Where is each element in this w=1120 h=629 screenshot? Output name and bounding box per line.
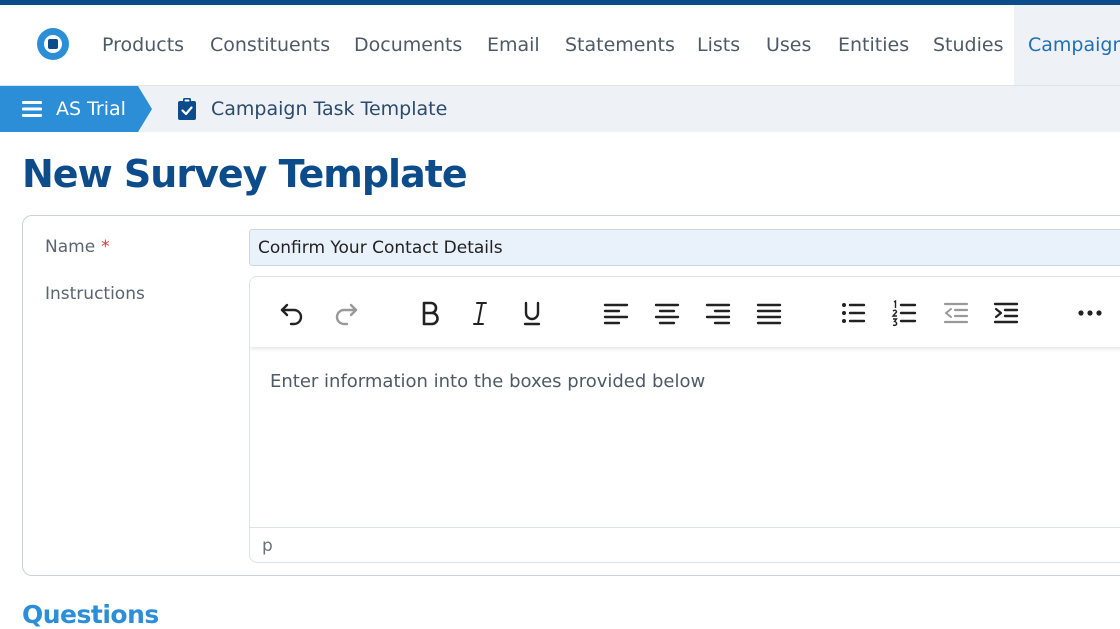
- breadcrumb: AS Trial Campaign Task Template: [0, 86, 1120, 132]
- element-path[interactable]: p: [262, 536, 273, 556]
- outdent-icon[interactable]: [942, 299, 970, 327]
- nav-item-uses[interactable]: Uses: [766, 5, 811, 85]
- name-label: Name *: [45, 237, 110, 257]
- survey-form-card: Name* Instructions: [22, 215, 1120, 576]
- align-justify-icon[interactable]: [755, 299, 783, 327]
- name-label-text: Name: [45, 237, 96, 257]
- redo-icon[interactable]: [332, 299, 360, 327]
- editor-content[interactable]: Enter information into the boxes provide…: [270, 371, 705, 392]
- nav-item-statements[interactable]: Statements: [565, 5, 675, 85]
- nav-item-email[interactable]: Email: [487, 5, 540, 85]
- indent-icon[interactable]: [992, 299, 1020, 327]
- undo-icon[interactable]: [278, 299, 306, 327]
- page-title: New Survey Template: [22, 152, 468, 196]
- underline-icon[interactable]: [518, 299, 546, 327]
- nav-item-documents[interactable]: Documents: [354, 5, 462, 85]
- bold-icon[interactable]: [416, 299, 444, 327]
- bullet-list-icon[interactable]: [839, 299, 867, 327]
- nav-item-lists[interactable]: Lists: [697, 5, 740, 85]
- app-logo-icon[interactable]: [36, 27, 70, 61]
- instructions-label: Instructions: [45, 284, 145, 304]
- name-input[interactable]: [249, 229, 1120, 266]
- breadcrumb-current[interactable]: Campaign Task Template: [211, 86, 447, 132]
- nav-item-products[interactable]: Products: [102, 5, 184, 85]
- nav-item-studies[interactable]: Studies: [933, 5, 1003, 85]
- breadcrumb-home-label: AS Trial: [56, 98, 126, 120]
- align-right-icon[interactable]: [704, 299, 732, 327]
- menu-icon[interactable]: [22, 100, 44, 118]
- more-icon[interactable]: [1076, 299, 1104, 327]
- numbered-list-icon[interactable]: [890, 299, 918, 327]
- top-navigation: Products Constituents Documents Email St…: [0, 5, 1120, 86]
- instructions-editor[interactable]: Enter information into the boxes provide…: [249, 276, 1120, 563]
- align-center-icon[interactable]: [653, 299, 681, 327]
- required-marker: *: [101, 237, 110, 257]
- nav-item-constituents[interactable]: Constituents: [210, 5, 330, 85]
- nav-item-entities[interactable]: Entities: [838, 5, 909, 85]
- clipboard-check-icon: [178, 98, 196, 120]
- editor-toolbar: [250, 277, 1120, 347]
- nav-item-campaign[interactable]: Campaign: [1014, 5, 1120, 85]
- align-left-icon[interactable]: [602, 299, 630, 327]
- questions-heading: Questions: [22, 600, 159, 629]
- italic-icon[interactable]: [466, 299, 494, 327]
- editor-statusbar: p: [250, 527, 1120, 562]
- breadcrumb-home[interactable]: AS Trial: [0, 86, 152, 132]
